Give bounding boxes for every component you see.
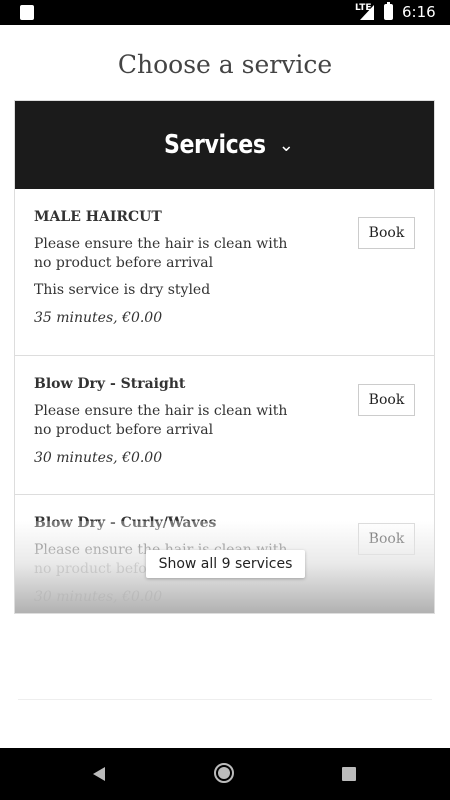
chevron-down-icon: ⌄ xyxy=(278,134,294,156)
book-button[interactable]: Book xyxy=(358,523,415,555)
back-icon[interactable] xyxy=(93,767,105,781)
battery-charging-icon xyxy=(384,2,393,20)
service-description: Please ensure the hair is clean with no … xyxy=(34,403,288,438)
service-duration-price: 30 minutes, €0.00 xyxy=(34,589,163,605)
status-time: 6:16 xyxy=(402,3,436,21)
service-duration-price: 30 minutes, €0.00 xyxy=(34,450,163,466)
service-description: Please ensure the hair is clean with no … xyxy=(34,236,288,271)
show-all-services-button[interactable]: Show all 9 services xyxy=(146,550,305,578)
recents-icon[interactable] xyxy=(342,767,356,781)
service-item: Blow Dry - Straight Please ensure the ha… xyxy=(15,356,434,495)
services-dropdown[interactable]: Services ⌄ xyxy=(15,101,434,189)
service-name: MALE HAIRCUT xyxy=(34,209,162,225)
navigation-bar xyxy=(0,748,450,800)
book-button[interactable]: Book xyxy=(358,217,415,249)
status-bar: LTE 6:16 xyxy=(0,0,450,25)
service-name: Blow Dry - Curly/Waves xyxy=(34,515,217,531)
sd-card-icon xyxy=(20,5,34,20)
divider xyxy=(18,699,432,700)
home-icon[interactable] xyxy=(214,763,234,783)
service-note: This service is dry styled xyxy=(34,282,211,298)
network-type: LTE xyxy=(355,3,372,13)
services-card: Services ⌄ MALE HAIRCUT Please ensure th… xyxy=(14,100,435,614)
service-name: Blow Dry - Straight xyxy=(34,376,186,392)
service-duration-price: 35 minutes, €0.00 xyxy=(34,310,163,326)
page-title: Choose a service xyxy=(117,50,333,79)
service-item: MALE HAIRCUT Please ensure the hair is c… xyxy=(15,189,434,356)
services-header-title: Services xyxy=(164,130,266,160)
book-button[interactable]: Book xyxy=(358,384,415,416)
